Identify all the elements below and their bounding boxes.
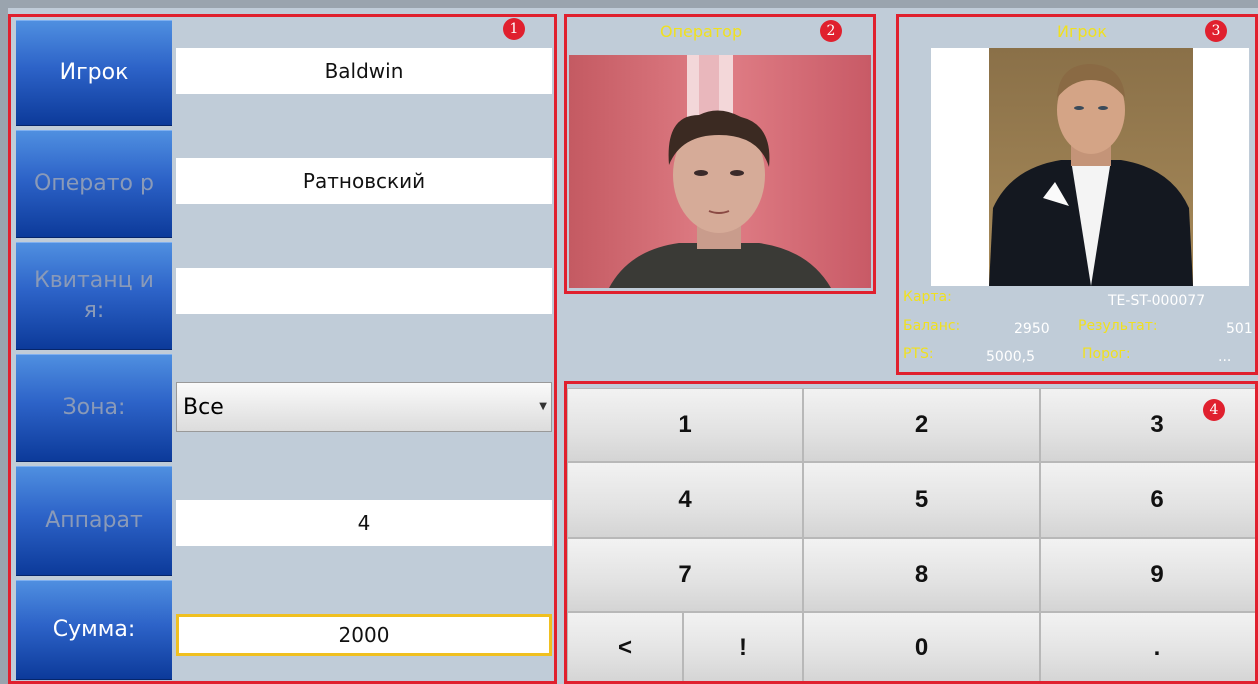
form-section-frame [8, 14, 557, 684]
pts-value: 5000,5 [986, 349, 1035, 365]
player-photo [931, 48, 1249, 286]
keypad-frame [564, 381, 1258, 684]
window-top-border [0, 0, 1258, 8]
threshold-value: ... [1218, 349, 1232, 365]
player-panel-title: Игрок [1057, 22, 1107, 41]
badge-3: 3 [1205, 20, 1227, 42]
operator-panel-title: Оператор [660, 22, 743, 41]
badge-1: 1 [503, 18, 525, 40]
window-left-border [0, 0, 8, 684]
badge-2: 2 [820, 20, 842, 42]
badge-4: 4 [1203, 399, 1225, 421]
pts-label: PTS: [903, 346, 934, 362]
card-label: Карта: [903, 289, 952, 305]
result-value: 501 [1226, 321, 1253, 337]
card-value: TE-ST-000077 [1108, 293, 1206, 309]
balance-value: 2950 [1014, 321, 1050, 337]
balance-label: Баланс: [903, 318, 961, 334]
threshold-label: Порог: [1082, 346, 1131, 362]
result-label: Результат: [1078, 318, 1158, 334]
operator-photo [569, 55, 871, 288]
